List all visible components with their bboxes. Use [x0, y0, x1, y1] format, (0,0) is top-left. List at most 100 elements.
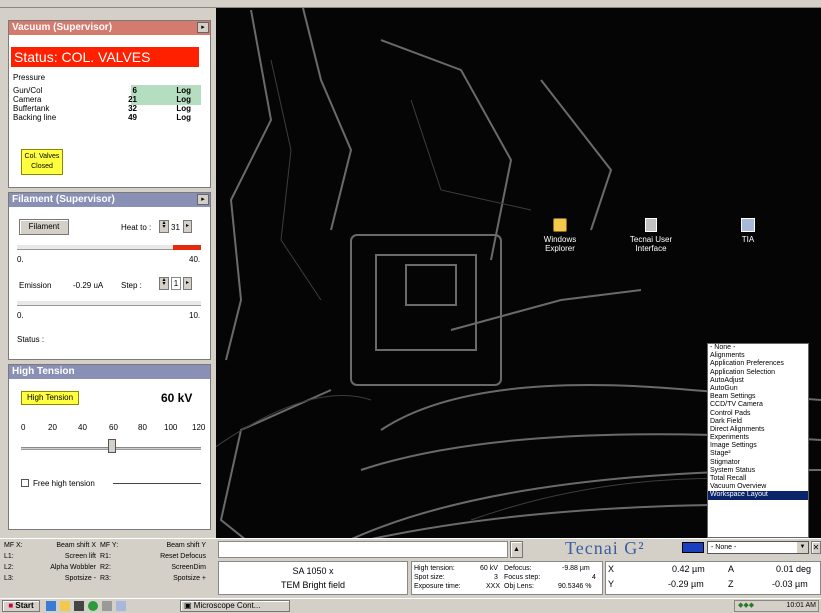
key-right-action: ScreenDim — [171, 564, 206, 571]
pressure-unit: Log — [176, 95, 191, 104]
start-button[interactable]: ■ Start — [2, 600, 40, 612]
step-stepper[interactable]: ▴ ▾ — [159, 277, 169, 290]
pressure-unit: Log — [176, 104, 191, 113]
workspace-option[interactable]: Vacuum Overview — [708, 483, 808, 491]
defocus-value: -9.88 µm — [562, 565, 590, 572]
pressure-row: Gun/Col 6 Log — [13, 86, 199, 95]
key-left-action: Screen lift — [64, 553, 96, 560]
filament-button[interactable]: Filament — [19, 219, 69, 235]
exposure-label: Exposure time: — [414, 583, 461, 590]
emission-scale-min: 0. — [17, 311, 24, 320]
pressure-row: Backing line 49 Log — [13, 113, 199, 122]
emission-track — [17, 301, 201, 306]
col-valves-button[interactable]: Col. Valves Closed — [21, 149, 63, 175]
workspace-select[interactable]: - None - ▼ — [707, 541, 809, 554]
workspace-option[interactable]: Beam Settings — [708, 393, 808, 401]
pressure-label: Pressure — [13, 73, 46, 82]
free-ht-label: Free high tension — [33, 479, 95, 488]
windows-logo-icon: ■ — [8, 601, 14, 610]
workspace-option[interactable]: Alignments — [708, 352, 808, 360]
high-tension-button[interactable]: High Tension — [21, 391, 79, 405]
key-left-action: Spotsize - — [64, 575, 96, 582]
workspace-option[interactable]: Stage² — [708, 450, 808, 458]
taskbar-window-button[interactable]: ▣ Microscope Cont... — [180, 600, 290, 612]
key-left-label: L1: — [4, 553, 14, 560]
pressure-name: Camera — [13, 95, 42, 104]
quicklaunch-tecnai-icon[interactable] — [102, 601, 112, 611]
ht-scale-label: 60 — [109, 423, 118, 432]
obj-lens-label: Obj Lens: — [504, 583, 534, 590]
workspace-option[interactable]: Total Recall — [708, 475, 808, 483]
tecnai-user-interface-shortcut[interactable]: Tecnai User Interface — [621, 218, 681, 253]
key-right-label: R2: — [100, 564, 111, 571]
filament-expand-button[interactable]: ▸ — [197, 194, 209, 205]
workspace-option[interactable]: AutoGun — [708, 385, 808, 393]
desktop-icon-label: Tecnai User Interface — [629, 235, 673, 253]
key-right-action: Spotsize + — [173, 575, 206, 582]
filament-panel: Filament (Supervisor) ▸ Filament Heat to… — [8, 192, 211, 360]
quicklaunch-tia-icon[interactable] — [116, 601, 126, 611]
heat-to-set-button[interactable]: ▸ — [183, 220, 192, 233]
desktop-icon-label: Windows Explorer — [543, 235, 577, 253]
workspace-option-selected[interactable]: Workspace Layout — [708, 491, 808, 500]
focus-step-value: 4 — [592, 574, 596, 581]
workspace-option[interactable]: Image Settings — [708, 442, 808, 450]
tray-icons[interactable]: ◆◆◆ — [735, 602, 754, 609]
windows-explorer-shortcut[interactable]: Windows Explorer — [530, 218, 590, 253]
message-bar — [218, 541, 508, 558]
heat-scale-max: 40. — [189, 255, 201, 264]
layout-toggle-icon[interactable] — [682, 542, 704, 553]
message-scroll-up-button[interactable]: ▲ — [510, 541, 523, 558]
stage-z-value: -0.03 µm — [772, 579, 808, 589]
quicklaunch-explorer-icon[interactable] — [60, 601, 70, 611]
workspace-option[interactable]: Application Selection — [708, 369, 808, 377]
workspace-option[interactable]: Experiments — [708, 434, 808, 442]
stage-x-label: X — [608, 564, 615, 574]
workspace-select-value: - None - — [711, 544, 737, 551]
workspace-option[interactable]: Direct Alignments — [708, 426, 808, 434]
key-left-label: MF X: — [4, 542, 23, 549]
workspace-option[interactable]: System Status — [708, 467, 808, 475]
vacuum-expand-button[interactable]: ▸ — [197, 22, 209, 33]
top-toolbar — [0, 0, 821, 8]
quicklaunch-browser-icon[interactable] — [88, 601, 98, 611]
tecnai-logo: Tecnai G² — [565, 538, 645, 558]
workspace-option[interactable]: Dark Field — [708, 418, 808, 426]
optics-mode: TEM Bright field — [280, 580, 346, 590]
workspace-option[interactable]: CCD/TV Camera — [708, 401, 808, 409]
system-tray: ◆◆◆ 10:01 AM — [734, 600, 819, 612]
chevron-down-icon[interactable]: ▼ — [797, 542, 808, 553]
stage-y-label: Y — [608, 579, 615, 589]
filament-status-label: Status : — [17, 335, 45, 344]
high-tension-panel: High Tension High Tension 60 kV 0 20 40 … — [8, 364, 211, 530]
workspace-dropdown-list[interactable]: - None - Alignments Application Preferen… — [707, 343, 809, 538]
heat-scale-min: 0. — [17, 255, 24, 264]
ht-scale-label: 120 — [192, 423, 206, 432]
microscope-control-icon: ▣ — [184, 601, 194, 610]
workspace-option[interactable]: AutoAdjust — [708, 377, 808, 385]
workspace-option[interactable]: - None - — [708, 344, 808, 352]
ht-slider-thumb[interactable] — [108, 439, 116, 453]
workspace-option[interactable]: Control Pads — [708, 410, 808, 418]
tecnai-user-interface-icon — [645, 218, 657, 232]
stage-a-value: 0.01 deg — [776, 564, 812, 574]
free-ht-checkbox[interactable] — [21, 479, 29, 487]
stage-position-box: X 0.42 µm Y -0.29 µm A 0.01 deg Z -0.03 … — [605, 561, 821, 595]
obj-lens-value: 90.5346 % — [558, 583, 592, 590]
quicklaunch-console-icon[interactable] — [74, 601, 84, 611]
close-icon[interactable]: ✕ — [811, 541, 821, 554]
pressure-value: 49 — [128, 113, 137, 122]
heat-to-stepper[interactable]: ▴ ▾ — [159, 220, 169, 233]
key-row: L1: Screen lift R1: Reset Defocus — [0, 552, 210, 562]
workspace-option[interactable]: Stigmator — [708, 459, 808, 467]
step-set-button[interactable]: ▸ — [183, 277, 192, 290]
key-row: L2: Alpha Wobbler R2: ScreenDim — [0, 563, 210, 573]
spot-label: Spot size: — [414, 574, 445, 581]
step-field[interactable]: 1 — [171, 277, 181, 290]
key-right-action: Beam shift Y — [166, 542, 206, 549]
workspace-option[interactable]: Application Preferences — [708, 360, 808, 368]
tia-shortcut[interactable]: TIA — [718, 218, 778, 244]
key-left-label: L3: — [4, 575, 14, 582]
emission-value: -0.29 uA — [73, 281, 104, 290]
quicklaunch-desktop-icon[interactable] — [46, 601, 56, 611]
